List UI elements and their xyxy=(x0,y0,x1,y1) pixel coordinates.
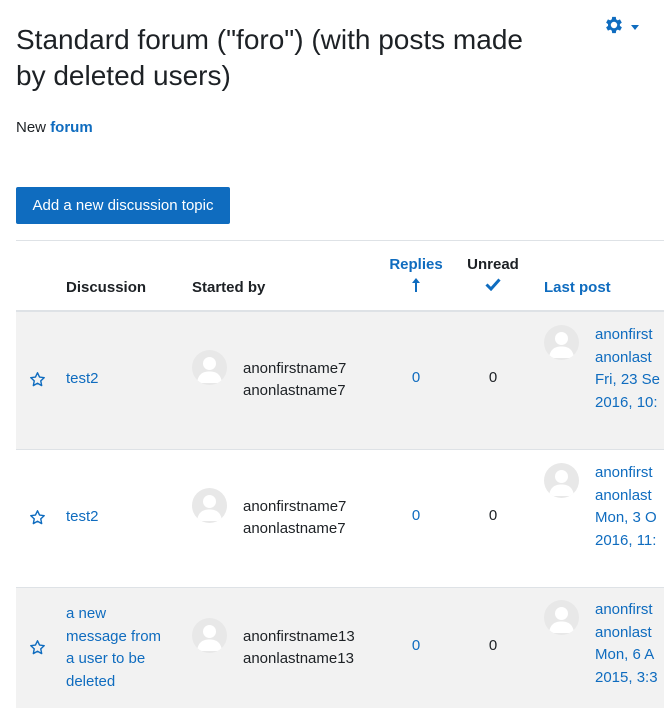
star-outline-icon[interactable] xyxy=(29,371,46,392)
table-row: a new message from a user to be deleted … xyxy=(16,588,664,708)
author-name: anonfirstname7 anonlastname7 xyxy=(243,496,346,540)
star-outline-icon[interactable] xyxy=(29,509,46,530)
forum-intro: New forum xyxy=(16,118,93,138)
replies-count-link[interactable]: 0 xyxy=(380,637,452,654)
checkmark-icon xyxy=(460,277,526,295)
last-post-date: Fri, 23 Se xyxy=(595,371,661,388)
discussion-title-line: test2 xyxy=(66,370,99,387)
settings-menu-button[interactable] xyxy=(603,16,639,38)
last-post-date: Mon, 6 A xyxy=(595,646,655,663)
header-unread-label: Unread xyxy=(467,256,519,273)
author-first-name: anonfirstname7 xyxy=(243,360,347,377)
last-post-date: Mon, 3 O xyxy=(595,509,657,526)
arrow-up-icon xyxy=(380,277,452,295)
avatar xyxy=(544,600,579,635)
last-post-time: 2016, 11: xyxy=(595,531,657,549)
discussion-title-link[interactable]: a new message from a user to be deleted xyxy=(66,603,178,693)
avatar xyxy=(544,463,579,498)
unread-count: 0 xyxy=(488,369,498,386)
avatar xyxy=(544,325,579,360)
author-name: anonfirstname7 anonlastname7 xyxy=(243,358,346,402)
avatar xyxy=(192,350,227,385)
header-replies-label: Replies xyxy=(389,256,443,273)
intro-text: New xyxy=(16,119,47,136)
author-first-name: anonfirstname7 xyxy=(243,498,347,515)
discussion-table: Discussion Started by Replies Unread Las… xyxy=(16,240,664,708)
discussion-title-line: a user to be xyxy=(66,650,146,667)
intro-forum-link[interactable]: forum xyxy=(50,119,93,136)
replies-count-link[interactable]: 0 xyxy=(380,507,452,524)
last-post-first-name: anonfirst xyxy=(595,464,653,481)
header-last-post-sort[interactable]: Last post xyxy=(544,279,611,296)
table-header: Discussion Started by Replies Unread Las… xyxy=(16,241,664,312)
last-post-last-name: anonlast xyxy=(595,348,652,366)
discussion-title-link[interactable]: test2 xyxy=(66,368,178,391)
author-last-name: anonlastname7 xyxy=(243,520,346,537)
discussion-title-line: deleted xyxy=(66,672,116,690)
discussion-title-line: message from xyxy=(66,627,162,645)
last-post-first-name: anonfirst xyxy=(595,326,653,343)
last-post-info[interactable]: anonfirst anonlast Mon, 3 O 2016, 11: xyxy=(595,462,664,552)
avatar xyxy=(192,488,227,523)
last-post-info[interactable]: anonfirst anonlast Fri, 23 Se 2016, 10: xyxy=(595,324,664,414)
table-row: test2 anonfirstname7 anonlastname7 0 0 a… xyxy=(16,312,664,450)
author-first-name: anonfirstname13 xyxy=(243,628,355,645)
author-name: anonfirstname13 anonlastname13 xyxy=(243,626,355,670)
last-post-time: 2015, 3:3 xyxy=(595,668,658,686)
header-discussion: Discussion xyxy=(66,279,147,296)
replies-count-link[interactable]: 0 xyxy=(380,369,452,386)
last-post-last-name: anonlast xyxy=(595,623,652,641)
last-post-info[interactable]: anonfirst anonlast Mon, 6 A 2015, 3:3 xyxy=(595,599,664,689)
discussion-title-line: a new xyxy=(66,605,107,622)
gear-icon xyxy=(603,14,625,41)
unread-count: 0 xyxy=(488,507,498,524)
header-replies-sort[interactable]: Replies xyxy=(380,256,452,295)
last-post-time: 2016, 10: xyxy=(595,393,658,411)
page-title: Standard forum ("foro") (with posts made… xyxy=(16,24,523,91)
table-row: test2 anonfirstname7 anonlastname7 0 0 a… xyxy=(16,450,664,588)
discussion-title-link[interactable]: test2 xyxy=(66,506,178,529)
header-unread: Unread xyxy=(460,256,526,295)
discussion-title-line: test2 xyxy=(66,508,99,525)
avatar xyxy=(192,618,227,653)
chevron-down-icon xyxy=(631,24,639,30)
last-post-last-name: anonlast xyxy=(595,486,652,504)
unread-count: 0 xyxy=(488,637,498,654)
add-discussion-button[interactable]: Add a new discussion topic xyxy=(16,187,230,224)
author-last-name: anonlastname7 xyxy=(243,382,346,399)
star-outline-icon[interactable] xyxy=(29,639,46,660)
last-post-first-name: anonfirst xyxy=(595,601,653,618)
header-started-by: Started by xyxy=(192,279,266,296)
author-last-name: anonlastname13 xyxy=(243,650,354,667)
